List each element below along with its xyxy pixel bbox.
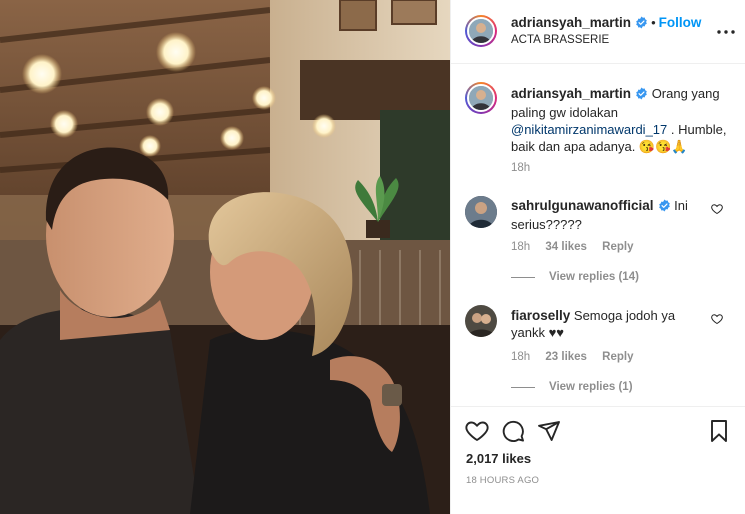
caption-avatar-image [469,86,493,110]
comment-avatar[interactable] [465,196,497,228]
view-replies-button[interactable]: View replies (14) [511,271,639,283]
comment-username[interactable]: fiaroselly [511,308,570,323]
view-replies-label: View replies (14) [549,271,639,283]
post-photo[interactable] [0,0,450,514]
comment-avatar-image [465,305,497,337]
caption-mention-link[interactable]: @nikitamirzanimawardi_17 [511,122,667,137]
view-replies-button[interactable]: View replies (1) [511,381,633,393]
comment-like-heart-icon[interactable] [711,312,723,330]
comment-likes-count[interactable]: 34 likes [545,241,587,253]
post-actions-bar: 2,017 likes 18 HOURS AGO [451,406,745,514]
view-replies-label: View replies (1) [549,381,633,393]
author-username[interactable]: adriansyah_martin [511,15,631,30]
reply-button[interactable]: Reply [602,241,633,253]
author-avatar[interactable] [465,15,497,47]
reply-button[interactable]: Reply [602,351,633,363]
post-location[interactable]: ACTA BRASSERIE [511,34,609,46]
post-details-panel: adriansyah_martin • Follow ACTA BRASSERIE … [450,0,745,514]
comment-like-heart-icon[interactable] [711,202,723,220]
comment-icon[interactable] [501,419,525,448]
post-likes-count[interactable]: 2,017 likes [466,451,531,466]
comment-meta: 18h 23 likes Reply [511,351,634,363]
comment-likes-count[interactable]: 23 likes [545,351,587,363]
follow-button[interactable]: Follow [659,15,702,30]
more-options-icon[interactable] [716,22,736,42]
comment-time: 18h [511,241,531,253]
comment-text: fiaroselly Semoga jodoh ya yankk ♥♥ [511,307,711,341]
instagram-post: adriansyah_martin • Follow ACTA BRASSERIE … [0,0,745,514]
caption-avatar[interactable] [465,82,497,114]
verified-badge-icon [658,199,671,216]
caption-username[interactable]: adriansyah_martin [511,86,631,101]
caption-time: 18h [511,162,531,174]
post-photo-illustration [0,0,450,514]
comment-text: sahrulgunawanofficial Ini serius????? [511,197,711,233]
author-line: adriansyah_martin • Follow [511,14,701,34]
verified-badge-icon [635,87,648,104]
comment-time: 18h [511,351,531,363]
caption-text: adriansyah_martin Orang yang paling gw i… [511,85,729,155]
author-avatar-image [469,19,493,43]
save-bookmark-icon[interactable] [707,419,731,448]
view-replies-divider [511,386,535,388]
separator-dot: • [651,15,656,30]
comment-username[interactable]: sahrulgunawanofficial [511,198,654,213]
comment-meta: 18h 34 likes Reply [511,241,634,253]
view-replies-divider [511,276,535,278]
post-header: adriansyah_martin • Follow ACTA BRASSERIE [451,0,745,64]
comment-avatar-image [465,196,497,228]
post-timestamp: 18 HOURS AGO [466,475,540,486]
comment-avatar[interactable] [465,305,497,337]
share-icon[interactable] [537,419,561,448]
verified-badge-icon [635,16,648,34]
heart-icon[interactable] [465,419,489,448]
